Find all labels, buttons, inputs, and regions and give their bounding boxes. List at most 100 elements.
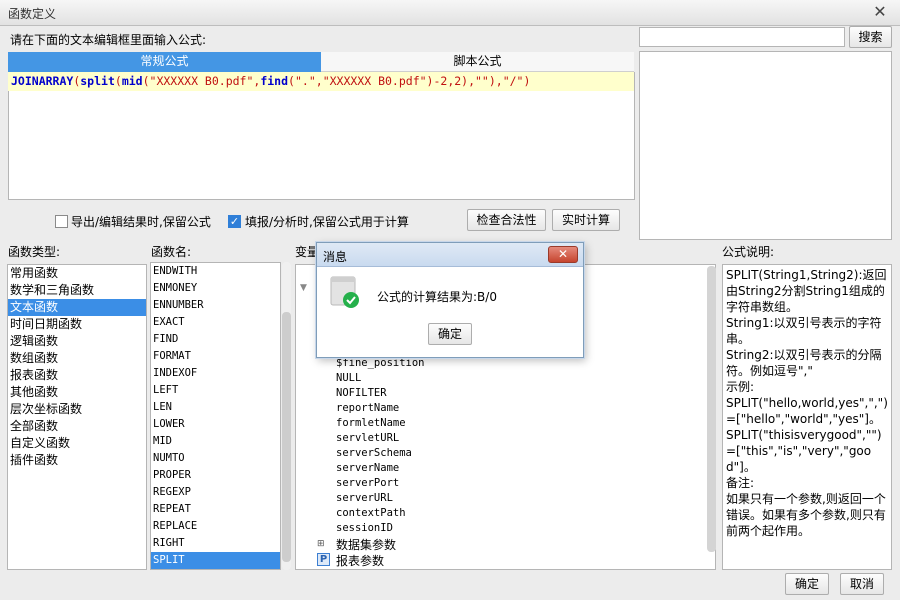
message-dialog-close-icon[interactable]: ✕ [548,246,578,263]
variables-scrollbar[interactable] [707,266,716,552]
function-type-item[interactable]: 全部函数 [8,418,146,435]
variable-item[interactable]: NOFILTER [336,386,387,401]
function-name-item[interactable]: LEN [151,399,280,416]
function-name-item[interactable]: ENNUMBER [151,297,280,314]
formula-token: ( [288,74,295,88]
function-type-item[interactable]: 其他函数 [8,384,146,401]
function-type-item[interactable]: 插件函数 [8,452,146,469]
description-line: 备注: [726,476,755,490]
function-type-item[interactable]: 报表函数 [8,367,146,384]
variable-item[interactable]: serverName [336,461,399,476]
function-name-item[interactable]: FIND [151,331,280,348]
description-line: SPLIT("thisisverygood","")=["this","is",… [726,428,882,474]
function-name-item[interactable]: PROPER [151,467,280,484]
function-type-item[interactable]: 文本函数 [8,299,146,316]
window-close-icon[interactable]: ✕ [870,3,890,21]
function-names-header: 函数名: [151,245,192,259]
function-name-item[interactable]: NUMTO [151,450,280,467]
formula-token: )-2,2),""),"/") [426,74,531,88]
check-validity-button[interactable]: 检查合法性 [467,209,546,231]
message-text: 公式的计算结果为:B/0 [377,290,497,304]
function-name-item[interactable]: LEFT [151,382,280,399]
function-name-item[interactable]: REPEAT [151,501,280,518]
formula-description: SPLIT(String1,String2):返回由String2分割Strin… [722,264,892,570]
formula-token: , [315,74,323,88]
formula-token: "." [294,74,316,88]
formula-token: split [80,74,115,88]
function-name-item[interactable]: EXACT [151,314,280,331]
function-name-item[interactable]: RIGHT [151,535,280,552]
variables-scroll-thumb[interactable] [707,266,716,552]
description-line: 示例: [726,380,755,394]
variable-item[interactable]: formletName [336,416,406,431]
message-ok-button[interactable]: 确定 [428,323,472,345]
variable-item[interactable]: servletURL [336,431,399,446]
function-name-item[interactable]: INDEXOF [151,365,280,382]
description-line: 如果只有一个参数,则返回一个错误。如果有多个参数,则只有前两个起作用。 [726,492,886,538]
window-title: 函数定义 [8,7,57,21]
window-titlebar: 函数定义 ✕ [0,0,900,26]
tree-dataset-param[interactable]: 数据集参数 [336,536,396,553]
formula-token: "XXXXXX B0.pdf" [149,74,254,88]
tab-script-formula[interactable]: 脚本公式 [321,52,634,72]
function-name-item[interactable]: ENDWITH [151,263,280,280]
tree-report-param[interactable]: 报表参数 [336,552,384,569]
variable-item[interactable]: serverURL [336,491,393,506]
message-dialog-titlebar: 消息 ✕ [317,243,583,267]
variable-item[interactable]: contextPath [336,506,406,521]
variable-item[interactable]: $fine_position [336,356,425,371]
search-results-panel[interactable] [639,51,892,240]
formula-token: ( [114,74,122,88]
function-name-item[interactable]: MID [151,433,280,450]
ok-button[interactable]: 确定 [785,573,829,595]
variable-item[interactable]: serverSchema [336,446,412,461]
fill-keep-formula-label: 填报/分析时,保留公式用于计算 [245,215,409,229]
function-types-header: 函数类型: [8,245,61,259]
formula-token: JOINARRAY [11,74,74,88]
editor-instruction: 请在下面的文本编辑框里面输入公式: [10,33,207,47]
variable-item[interactable]: sessionID [336,521,393,536]
function-names-list[interactable]: ENDWITH ENMONEY ENNUMBER EXACT FIND FORMAT IND… [150,262,281,570]
formula-editor[interactable] [8,72,635,200]
description-line: SPLIT("hello,world,yes",",")=["hello","w… [726,396,888,426]
function-type-item[interactable]: 数学和三角函数 [8,282,146,299]
message-dialog-title: 消息 [323,250,348,264]
cancel-button[interactable]: 取消 [840,573,884,595]
function-name-item[interactable]: FORMAT [151,348,280,365]
function-name-item[interactable]: ENMONEY [151,280,280,297]
function-name-item[interactable]: SPLIT [151,552,280,569]
function-types-list[interactable]: 常用函数 数学和三角函数 文本函数 时间日期函数 逻辑函数 数组函数 报表函数 其他函数 层次坐… [7,264,147,570]
fill-keep-formula-checkbox[interactable]: ✓ [228,215,241,228]
export-keep-formula-checkbox[interactable] [55,215,68,228]
function-type-item[interactable]: 常用函数 [8,265,146,282]
function-type-item[interactable]: 层次坐标函数 [8,401,146,418]
function-type-item[interactable]: 自定义函数 [8,435,146,452]
description-line: String2:以双引号表示的分隔符。例如逗号"," [726,348,882,378]
message-dialog: 消息 ✕ 公式的计算结果为:B/0 确定 [316,242,584,358]
realtime-calc-button[interactable]: 实时计算 [552,209,620,231]
variable-item[interactable]: NULL [336,371,361,386]
function-type-item[interactable]: 数组函数 [8,350,146,367]
function-type-item[interactable]: 时间日期函数 [8,316,146,333]
description-line: String1:以双引号表示的字符串。 [726,316,882,346]
function-name-item[interactable]: REGEXP [151,484,280,501]
variable-item[interactable]: reportName [336,401,399,416]
report-param-icon: P [317,553,330,566]
tab-regular-formula[interactable]: 常规公式 [8,52,321,72]
description-header: 公式说明: [722,245,775,259]
function-names-scrollbar[interactable] [282,262,291,570]
variable-item[interactable]: serverPort [336,476,399,491]
tree-expand-icon[interactable]: ▼ [300,283,307,293]
formula-text[interactable]: JOINARRAY(split(mid("XXXXXX B0.pdf",find… [8,72,634,91]
function-type-item[interactable]: 逻辑函数 [8,333,146,350]
success-icon [330,275,360,309]
formula-token: mid [121,74,143,88]
export-keep-formula-label: 导出/编辑结果时,保留公式 [71,215,211,229]
function-name-item[interactable]: LOWER [151,416,280,433]
function-name-item[interactable]: REPLACE [151,518,280,535]
function-names-scroll-thumb[interactable] [282,312,291,562]
dataset-param-icon: ⊞ [317,539,325,549]
search-button[interactable]: 搜索 [849,26,892,48]
description-line: SPLIT(String1,String2):返回由String2分割Strin… [726,268,887,314]
search-input[interactable] [639,27,845,47]
